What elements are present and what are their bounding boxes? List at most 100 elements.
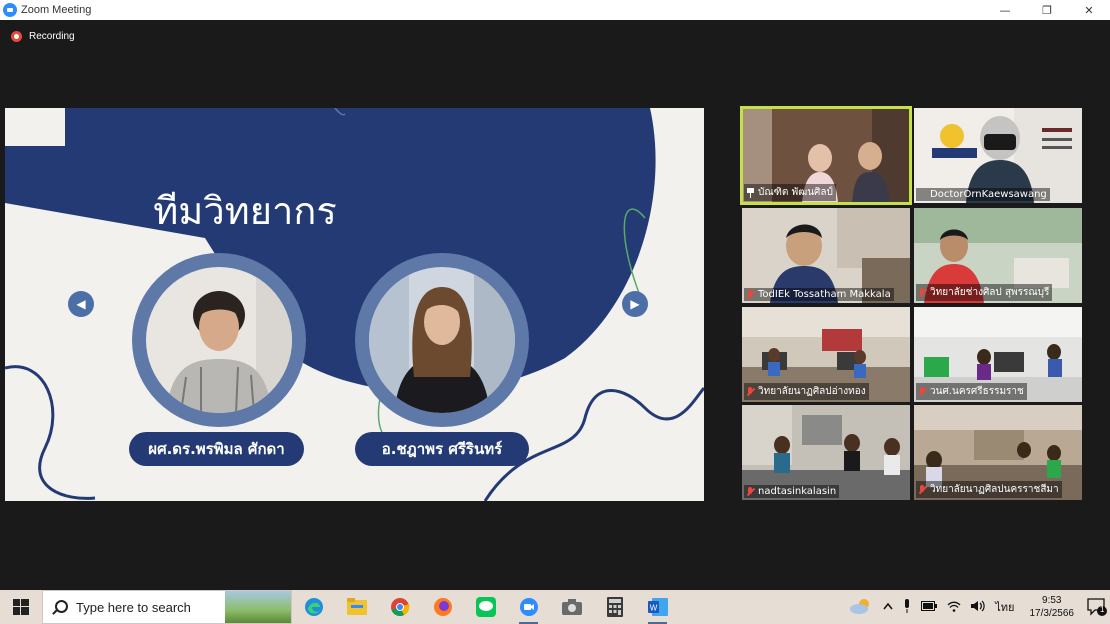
window-controls: — ❐ ✕ [984,0,1110,20]
participant-label: วนศ.นครศรีธรรมราช [916,383,1027,400]
participant-label: วิทยาลัยนาฏศิลปอ่างทอง [744,383,869,400]
minimize-button[interactable]: — [984,0,1026,20]
microphone-tray-button[interactable] [903,598,911,616]
chevron-up-icon [883,602,893,610]
edge-button[interactable] [292,590,335,624]
meeting-area: Recording ทีมวิทยากร ◀ ▶ ผศ.ดร.พรพิมล ศั… [0,20,1110,590]
windows-logo-icon [13,599,29,615]
microphone-muted-icon [918,484,927,495]
microphone-icon [905,598,910,613]
taskbar-search[interactable] [42,590,292,624]
zoom-button[interactable] [507,590,550,624]
input-language-button[interactable]: ไทย [995,598,1014,616]
participant-name: TodIEk Tossatham Makkala [758,289,891,300]
calculator-button[interactable] [593,590,636,624]
recording-label: Recording [29,31,75,42]
shared-screen-slide: ทีมวิทยากร ◀ ▶ ผศ.ดร.พรพิมล ศักดา อ.ชฎาพ… [5,108,704,501]
firefox-icon [433,598,452,616]
file-explorer-icon [346,598,367,615]
notification-count: 1 [1100,605,1105,614]
slide-next-button[interactable]: ▶ [622,291,648,317]
participant-tile[interactable]: วนศ.นครศรีธรรมราช [914,307,1082,402]
battery-icon [921,600,938,611]
line-button[interactable] [464,590,507,624]
recording-indicator[interactable]: Recording [11,31,75,42]
speaker-portrait-2 [355,253,529,427]
close-button[interactable]: ✕ [1068,0,1110,20]
participant-tile[interactable]: nadtasinkalasin [742,405,910,500]
zoom-app-icon [3,3,17,17]
participant-name: บัณฑิต พัฒนศิลป์ [758,187,833,198]
participant-label: บัณฑิต พัฒนศิลป์ [744,184,836,201]
window-title: Zoom Meeting [21,4,92,16]
participant-name: วิทยาลัยนาฏศิลปอ่างทอง [758,386,866,397]
participant-tile[interactable]: TodIEk Tossatham Makkala [742,208,910,303]
participant-label: วิทยาลัยช่างศิลป สุพรรณบุรี [916,284,1053,301]
participant-tile[interactable]: วิทยาลัยช่างศิลป สุพรรณบุรี [914,208,1082,303]
show-hidden-icons-button[interactable] [883,601,893,613]
slide-prev-button[interactable]: ◀ [68,291,94,317]
calculator-icon [606,597,623,617]
clock-button[interactable]: 9:53 17/3/2566 [1030,594,1075,620]
microphone-muted-icon [918,386,927,397]
start-button[interactable] [0,590,42,624]
search-icon [52,600,68,614]
file-explorer-button[interactable] [335,590,378,624]
weather-button[interactable] [849,597,873,618]
speaker-portrait-1 [132,253,306,427]
slide-heading: ทีมวิทยากร [153,189,337,233]
search-highlight-image [225,591,291,623]
speaker-photo-2 [369,267,515,413]
system-tray: ไทย 9:53 17/3/2566 1 [844,590,1110,624]
notification-center-button[interactable]: 1 [1084,590,1110,624]
clock-date: 17/3/2566 [1029,608,1075,619]
restore-button[interactable]: ❐ [1026,0,1068,20]
word-button[interactable]: W [636,590,679,624]
speaker-photo-1 [146,267,292,413]
participant-label: DoctorOrnKaewsawang [916,188,1050,201]
chevron-left-icon: ◀ [76,297,86,311]
wifi-icon [947,601,961,612]
camera-icon [561,599,582,615]
speaker-name-1: ผศ.ดร.พรพิมล ศักดา [129,432,304,466]
participant-tile[interactable]: บัณฑิต พัฒนศิลป์ [740,106,912,205]
word-icon: W [647,598,668,616]
participant-name: DoctorOrnKaewsawang [930,189,1047,200]
pin-icon [746,187,755,198]
speaker-name-2: อ.ชฎาพร ศรีรินทร์ [355,432,529,466]
participant-tile[interactable]: วิทยาลัยนาฏศิลปนครราชสีมา [914,405,1082,500]
search-input[interactable] [76,599,216,615]
speaker-volume-icon [971,600,985,611]
microphone-muted-icon [746,289,755,300]
line-icon [475,597,496,617]
microphone-muted-icon [746,486,755,497]
firefox-button[interactable] [421,590,464,624]
participant-label: TodIEk Tossatham Makkala [744,288,894,301]
microphone-muted-icon [918,287,927,298]
windows-taskbar: W ไทย 9:53 17/3/2566 1 [0,590,1110,624]
participant-label: วิทยาลัยนาฏศิลปนครราชสีมา [916,481,1062,498]
camera-button[interactable] [550,590,593,624]
participant-tile[interactable]: วิทยาลัยนาฏศิลปอ่างทอง [742,307,910,402]
window-title-bar: Zoom Meeting — ❐ ✕ [0,0,1110,20]
chevron-right-icon: ▶ [630,297,640,311]
network-button[interactable] [947,600,961,615]
participant-name: วิทยาลัยนาฏศิลปนครราชสีมา [930,484,1059,495]
chrome-icon [390,598,409,616]
slide-background-shapes [5,108,704,501]
edge-icon [304,598,323,616]
chrome-button[interactable] [378,590,421,624]
clock-time: 9:53 [1042,595,1062,606]
participant-label: nadtasinkalasin [744,485,840,498]
microphone-muted-icon [746,386,755,397]
participant-name: nadtasinkalasin [758,486,837,497]
svg-text:W: W [649,604,657,613]
participant-name: วนศ.นครศรีธรรมราช [930,386,1024,397]
volume-button[interactable] [971,600,985,615]
battery-button[interactable] [921,600,938,614]
record-icon [11,31,22,42]
participant-name: วิทยาลัยช่างศิลป สุพรรณบุรี [930,287,1050,298]
zoom-icon [519,598,538,616]
participant-tile[interactable]: DoctorOrnKaewsawang [914,108,1082,203]
weather-cloud-icon [850,598,870,614]
